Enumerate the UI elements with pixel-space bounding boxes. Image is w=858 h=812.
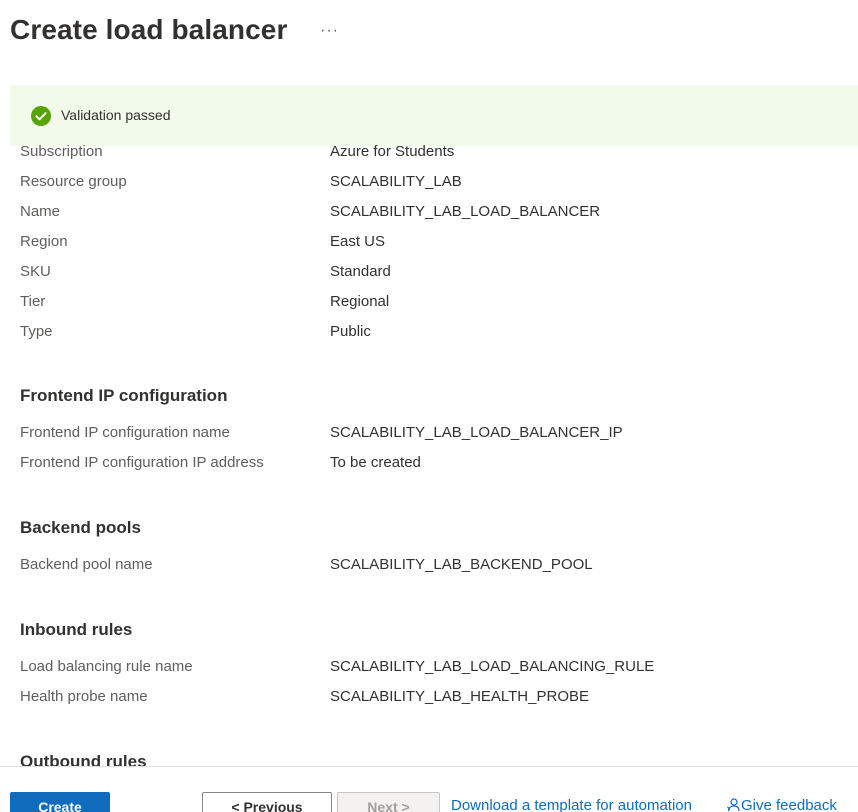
field-value: Public <box>330 323 371 340</box>
check-circle-icon <box>31 106 51 126</box>
field-label: Name <box>20 203 61 220</box>
field-value: SCALABILITY_LAB_BACKEND_POOL <box>330 556 593 573</box>
field-label: Type <box>20 323 53 340</box>
create-load-balancer-page: Create load balancer ··· Validation pass… <box>0 0 858 812</box>
next-button[interactable]: Next > <box>337 792 440 812</box>
field-label: Tier <box>20 293 46 310</box>
give-feedback-link[interactable]: Give feedback <box>727 797 837 812</box>
create-button[interactable]: Create <box>10 792 110 812</box>
field-value: Azure for Students <box>330 143 455 160</box>
section-title-backend: Backend pools <box>20 518 141 537</box>
more-options-icon[interactable]: ··· <box>320 22 339 40</box>
field-value: SCALABILITY_LAB_LOAD_BALANCING_RULE <box>330 658 655 675</box>
field-label: Subscription <box>20 143 103 160</box>
field-value: Regional <box>330 293 390 310</box>
field-label: SKU <box>20 263 51 280</box>
give-feedback-label: Give feedback <box>741 797 837 812</box>
field-label: Load balancing rule name <box>20 658 193 675</box>
field-value: SCALABILITY_LAB_HEALTH_PROBE <box>330 688 589 705</box>
field-value: SCALABILITY_LAB <box>330 173 462 190</box>
previous-button[interactable]: < Previous <box>202 792 332 812</box>
page-title: Create load balancer <box>10 14 288 45</box>
field-value: SCALABILITY_LAB_LOAD_BALANCER <box>330 203 601 220</box>
field-value: SCALABILITY_LAB_LOAD_BALANCER_IP <box>330 424 623 441</box>
feedback-person-icon <box>727 798 740 812</box>
field-label: Resource group <box>20 173 127 190</box>
field-label: Region <box>20 233 68 250</box>
section-title-frontend: Frontend IP configuration <box>20 386 228 405</box>
validation-banner: Validation passed <box>10 85 858 146</box>
section-title-inbound: Inbound rules <box>20 620 133 639</box>
footer-action-bar: Create < Previous Next > Download a temp… <box>0 766 858 812</box>
validation-message: Validation passed <box>61 107 171 123</box>
field-label: Backend pool name <box>20 556 153 573</box>
field-value: East US <box>330 233 386 250</box>
field-label: Health probe name <box>20 688 148 705</box>
field-value: Standard <box>330 263 391 280</box>
field-value: To be created <box>330 454 421 471</box>
field-label: Frontend IP configuration IP address <box>20 454 264 471</box>
download-template-link[interactable]: Download a template for automation <box>451 797 692 812</box>
field-label: Frontend IP configuration name <box>20 424 230 441</box>
